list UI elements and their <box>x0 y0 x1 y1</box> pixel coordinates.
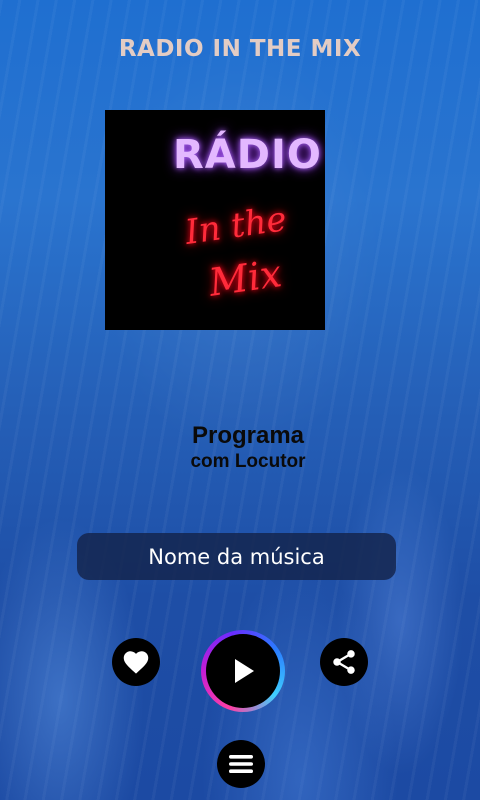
share-button[interactable] <box>320 638 368 686</box>
now-playing-box: Nome da música <box>77 533 396 580</box>
cover-text-radio: RÁDIO <box>173 132 322 178</box>
cover-text-in-the: In the <box>182 199 290 253</box>
menu-button[interactable] <box>217 740 265 788</box>
program-info: Programa com Locutor <box>0 422 480 474</box>
play-icon <box>235 659 254 683</box>
like-button[interactable] <box>112 638 160 686</box>
program-name: Programa <box>191 422 305 449</box>
heart-icon <box>123 651 149 674</box>
program-host: com Locutor <box>190 451 306 472</box>
cover-text-mix: Mix <box>206 251 285 305</box>
song-title: Nome da música <box>148 544 325 569</box>
album-cover: RÁDIO In the Mix <box>105 110 325 330</box>
share-icon <box>333 650 355 674</box>
app-title: RADIO IN THE MIX <box>118 36 362 62</box>
menu-icon <box>229 755 253 773</box>
play-button[interactable] <box>206 634 280 708</box>
